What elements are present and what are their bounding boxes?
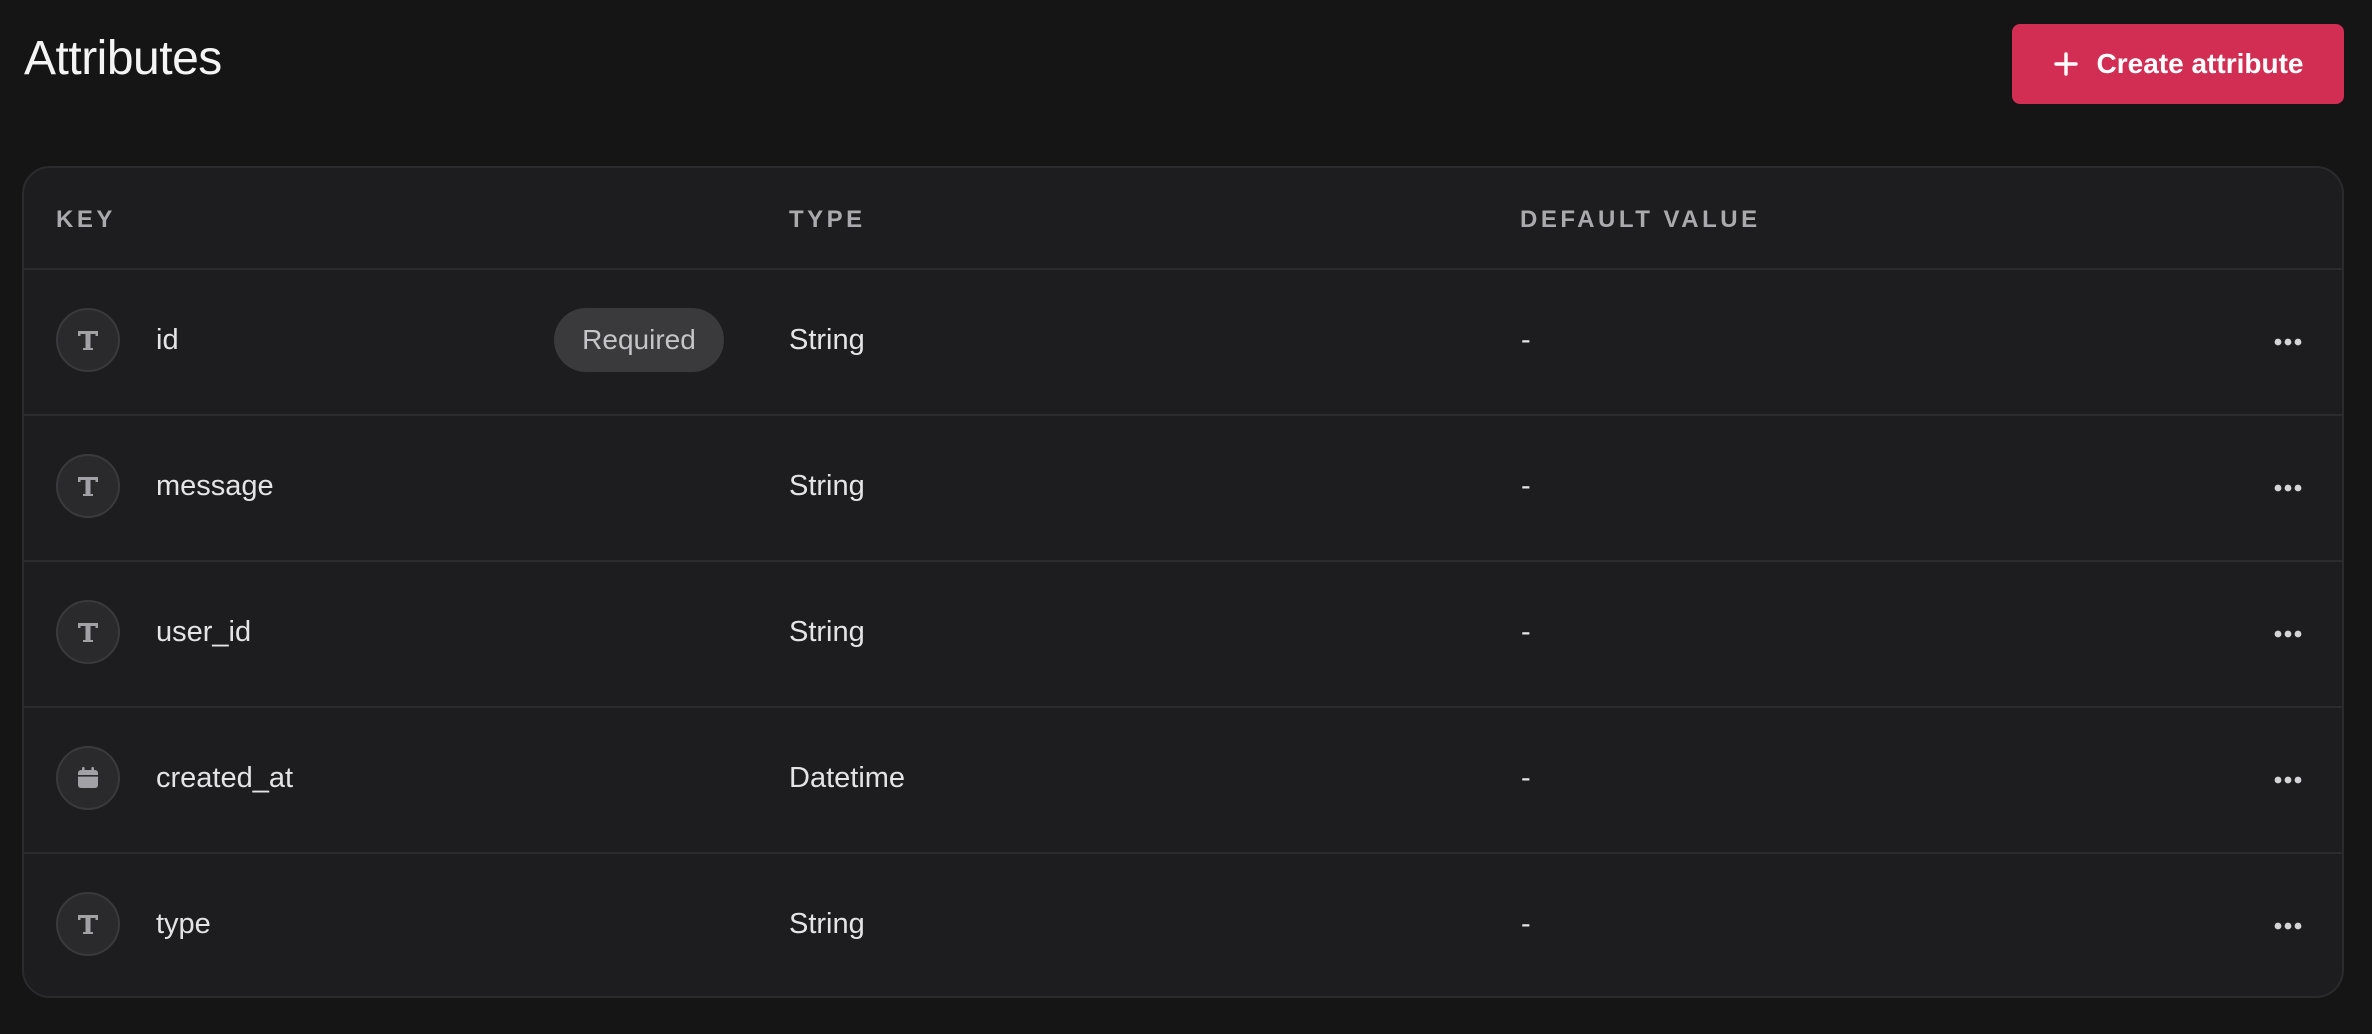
attribute-type: String — [789, 616, 865, 648]
text-type-icon — [56, 454, 120, 518]
text-type-icon — [56, 600, 120, 664]
attribute-key: id — [156, 324, 179, 356]
attribute-default-value: - — [1521, 324, 1531, 356]
column-header-key: KEY — [56, 206, 116, 233]
attribute-type: String — [789, 324, 865, 356]
table-row[interactable]: user_id String - — [24, 562, 2342, 708]
ellipsis-icon — [2274, 922, 2302, 930]
more-options-button[interactable] — [2266, 320, 2310, 364]
column-header-default-value: DEFAULT VALUE — [1520, 206, 1761, 233]
attribute-default-value: - — [1521, 762, 1531, 794]
ellipsis-icon — [2274, 630, 2302, 638]
more-options-button[interactable] — [2266, 612, 2310, 656]
plus-icon — [2053, 51, 2079, 77]
attribute-default-value: - — [1521, 470, 1531, 502]
table-row[interactable]: message String - — [24, 416, 2342, 562]
more-options-button[interactable] — [2266, 904, 2310, 948]
column-header-type: TYPE — [789, 206, 866, 233]
ellipsis-icon — [2274, 338, 2302, 346]
ellipsis-icon — [2274, 484, 2302, 492]
attributes-table: KEY TYPE DEFAULT VALUE id Required Strin… — [22, 166, 2344, 998]
text-type-icon — [56, 308, 120, 372]
attribute-type: String — [789, 908, 865, 940]
more-options-button[interactable] — [2266, 466, 2310, 510]
text-type-icon — [56, 892, 120, 956]
calendar-icon — [56, 746, 120, 810]
attribute-key: user_id — [156, 616, 252, 648]
attribute-type: Datetime — [789, 762, 906, 794]
table-header: KEY TYPE DEFAULT VALUE — [24, 168, 2342, 270]
attribute-default-value: - — [1521, 616, 1531, 648]
attribute-type: String — [789, 470, 865, 502]
table-row[interactable]: created_at Datetime - — [24, 708, 2342, 854]
attribute-key: type — [156, 908, 211, 940]
table-row[interactable]: id Required String - — [24, 270, 2342, 416]
attribute-default-value: - — [1521, 908, 1531, 940]
attributes-page: Attributes Create attribute KEY TYPE DEF… — [0, 0, 2372, 1034]
attribute-key: message — [156, 470, 274, 502]
ellipsis-icon — [2274, 776, 2302, 784]
attribute-key: created_at — [156, 762, 294, 794]
page-title: Attributes — [24, 32, 222, 85]
create-attribute-label: Create attribute — [2096, 48, 2304, 79]
more-options-button[interactable] — [2266, 758, 2310, 802]
required-badge: Required — [554, 308, 724, 372]
table-row[interactable]: type String - — [24, 854, 2342, 996]
create-attribute-button[interactable]: Create attribute — [2012, 24, 2344, 104]
